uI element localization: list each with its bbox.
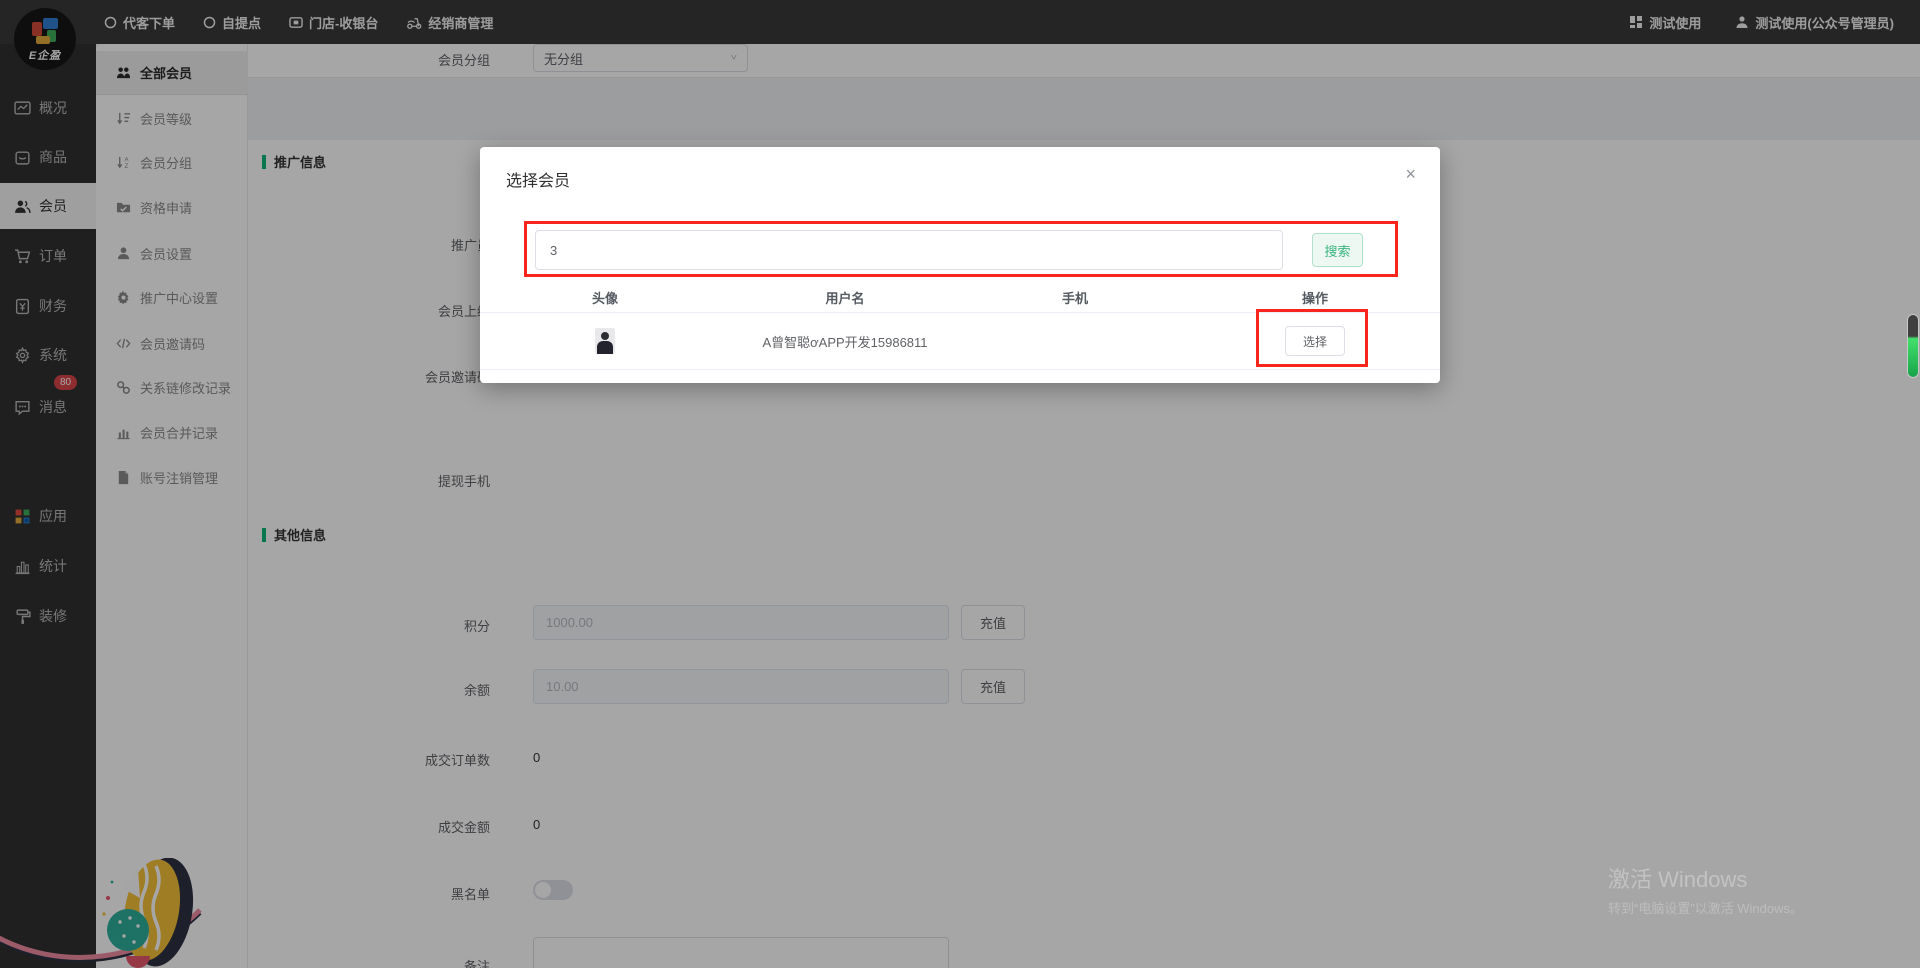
app-screen: 会员分组 无分组 ˅ 推广信息 推广员 会员上级 会员邀请码 提现手机 其他信息… [0,0,1920,968]
member-table: 头像 用户名 手机 操作 A曾智聪ơAPP开发15986811 选择 [480,282,1440,370]
search-button[interactable]: 搜索 [1312,233,1363,267]
select-member-modal: 选择会员 × 搜索 头像 用户名 手机 操作 A曾智聪ơAPP开发1598681… [480,147,1440,383]
col-header-username: 用户名 [730,288,960,307]
table-header-row: 头像 用户名 手机 操作 [480,282,1440,312]
col-header-avatar: 头像 [480,288,730,307]
modal-title: 选择会员 [506,167,570,191]
member-avatar [595,328,615,354]
modal-overlay[interactable] [0,0,1920,968]
scroll-indicator[interactable] [1908,315,1918,377]
member-search-input[interactable] [535,230,1283,270]
select-member-button[interactable]: 选择 [1285,326,1345,356]
close-icon[interactable]: × [1405,165,1416,183]
member-username: A曾智聪ơAPP开发15986811 [730,332,960,351]
col-header-phone: 手机 [960,288,1190,307]
table-row: A曾智聪ơAPP开发15986811 选择 [480,312,1440,370]
col-header-action: 操作 [1190,288,1440,307]
